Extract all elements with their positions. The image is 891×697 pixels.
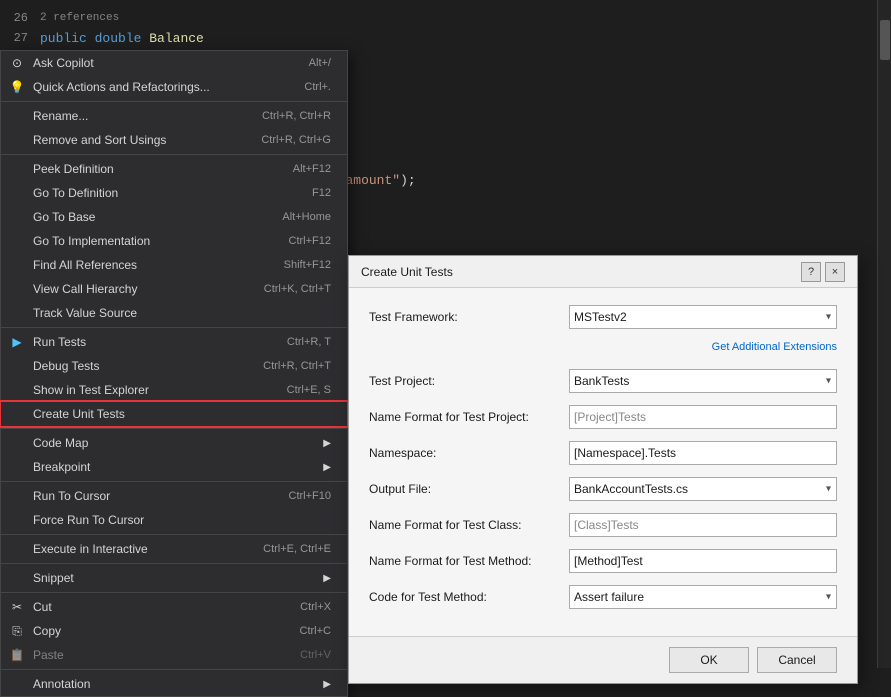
menu-item-create-unit-tests[interactable]: Create Unit Tests ➜ (1, 402, 347, 426)
menu-item-remove-sort-usings[interactable]: Remove and Sort Usings Ctrl+R, Ctrl+G (1, 128, 347, 152)
menu-separator (1, 481, 347, 482)
submenu-arrow: ▶ (323, 462, 331, 473)
test-project-label: Test Project: (369, 374, 569, 388)
form-row-output-file: Output File: BankAccountTests.cs (369, 476, 837, 502)
namespace-control (569, 441, 837, 465)
menu-item-paste[interactable]: 📋 Paste Ctrl+V (1, 643, 347, 667)
name-format-project-label: Name Format for Test Project: (369, 410, 569, 424)
menu-item-go-to-base[interactable]: Go To Base Alt+Home (1, 205, 347, 229)
menu-item-go-to-implementation[interactable]: Go To Implementation Ctrl+F12 (1, 229, 347, 253)
submenu-arrow: ▶ (323, 679, 331, 690)
form-row-name-format-method: Name Format for Test Method: (369, 548, 837, 574)
code-line: 26 2 references (0, 8, 891, 28)
test-framework-select-wrapper: MSTestv2 (569, 305, 837, 329)
code-for-test-select[interactable]: Assert failure (569, 585, 837, 609)
output-file-select-wrapper: BankAccountTests.cs (569, 477, 837, 501)
test-framework-label: Test Framework: (369, 310, 569, 324)
output-file-control: BankAccountTests.cs (569, 477, 837, 501)
form-row-name-format-project: Name Format for Test Project: (369, 404, 837, 430)
test-framework-control: MSTestv2 (569, 305, 837, 329)
dialog-close-button[interactable]: × (825, 262, 845, 282)
menu-item-force-run-to-cursor[interactable]: Force Run To Cursor (1, 508, 347, 532)
menu-item-ask-copilot[interactable]: ⊙ Ask Copilot Alt+/ (1, 51, 347, 75)
menu-item-track-value-source[interactable]: Track Value Source (1, 301, 347, 325)
form-row-namespace: Namespace: (369, 440, 837, 466)
get-additional-extensions-link[interactable]: Get Additional Extensions (712, 341, 837, 353)
test-project-select-wrapper: BankTests (569, 369, 837, 393)
scrollbar-thumb[interactable] (880, 20, 890, 60)
output-file-label: Output File: (369, 482, 569, 496)
name-format-method-control (569, 549, 837, 573)
name-format-project-control (569, 405, 837, 429)
dialog-title-buttons: ? × (801, 262, 845, 282)
menu-item-code-map[interactable]: Code Map ▶ (1, 431, 347, 455)
menu-item-copy[interactable]: ⎘ Copy Ctrl+C (1, 619, 347, 643)
form-row-test-framework: Test Framework: MSTestv2 (369, 304, 837, 330)
menu-item-run-to-cursor[interactable]: Run To Cursor Ctrl+F10 (1, 484, 347, 508)
test-project-control: BankTests (569, 369, 837, 393)
code-for-test-control: Assert failure (569, 585, 837, 609)
create-unit-tests-dialog: Create Unit Tests ? × Test Framework: MS… (348, 255, 858, 684)
code-for-test-label: Code for Test Method: (369, 590, 569, 604)
menu-item-find-all-references[interactable]: Find All References Shift+F12 (1, 253, 347, 277)
menu-separator (1, 327, 347, 328)
menu-separator (1, 428, 347, 429)
dialog-title-bar: Create Unit Tests ? × (349, 256, 857, 288)
code-line: 27 public double Balance (0, 28, 891, 48)
menu-item-breakpoint[interactable]: Breakpoint ▶ (1, 455, 347, 479)
name-format-class-input[interactable] (569, 513, 837, 537)
form-row-name-format-class: Name Format for Test Class: (369, 512, 837, 538)
menu-separator (1, 101, 347, 102)
menu-item-show-in-test-explorer[interactable]: Show in Test Explorer Ctrl+E, S (1, 378, 347, 402)
copilot-icon: ⊙ (9, 55, 25, 71)
menu-separator (1, 534, 347, 535)
menu-separator (1, 669, 347, 670)
dialog-footer: OK Cancel (349, 636, 857, 683)
paste-icon: 📋 (9, 647, 25, 663)
menu-separator (1, 563, 347, 564)
bulb-icon: 💡 (9, 79, 25, 95)
output-file-select[interactable]: BankAccountTests.cs (569, 477, 837, 501)
namespace-input[interactable] (569, 441, 837, 465)
namespace-label: Namespace: (369, 446, 569, 460)
menu-item-quick-actions[interactable]: 💡 Quick Actions and Refactorings... Ctrl… (1, 75, 347, 99)
menu-separator (1, 592, 347, 593)
menu-item-run-tests[interactable]: ▶ Run Tests Ctrl+R, T (1, 330, 347, 354)
menu-item-annotation[interactable]: Annotation ▶ (1, 672, 347, 696)
cancel-button[interactable]: Cancel (757, 647, 837, 673)
dialog-title: Create Unit Tests (361, 265, 453, 279)
name-format-project-input[interactable] (569, 405, 837, 429)
cut-icon: ✂ (9, 599, 25, 615)
name-format-method-input[interactable] (569, 549, 837, 573)
menu-item-snippet[interactable]: Snippet ▶ (1, 566, 347, 590)
menu-separator (1, 154, 347, 155)
submenu-arrow: ▶ (323, 438, 331, 449)
test-project-select[interactable]: BankTests (569, 369, 837, 393)
name-format-method-label: Name Format for Test Method: (369, 554, 569, 568)
scrollbar[interactable] (877, 0, 891, 668)
ok-button[interactable]: OK (669, 647, 749, 673)
name-format-class-label: Name Format for Test Class: (369, 518, 569, 532)
run-icon: ▶ (9, 334, 25, 350)
name-format-class-control (569, 513, 837, 537)
context-menu: ⊙ Ask Copilot Alt+/ 💡 Quick Actions and … (0, 50, 348, 697)
menu-item-debug-tests[interactable]: Debug Tests Ctrl+R, Ctrl+T (1, 354, 347, 378)
menu-item-peek-definition[interactable]: Peek Definition Alt+F12 (1, 157, 347, 181)
menu-item-rename[interactable]: Rename... Ctrl+R, Ctrl+R (1, 104, 347, 128)
menu-item-cut[interactable]: ✂ Cut Ctrl+X (1, 595, 347, 619)
copy-icon: ⎘ (9, 623, 25, 639)
dialog-body: Test Framework: MSTestv2 Get Additional … (349, 288, 857, 636)
form-row-test-project: Test Project: BankTests (369, 368, 837, 394)
menu-item-execute-in-interactive[interactable]: Execute in Interactive Ctrl+E, Ctrl+E (1, 537, 347, 561)
additional-extensions-row: Get Additional Extensions (369, 336, 837, 362)
dialog-help-button[interactable]: ? (801, 262, 821, 282)
code-for-test-select-wrapper: Assert failure (569, 585, 837, 609)
menu-item-view-call-hierarchy[interactable]: View Call Hierarchy Ctrl+K, Ctrl+T (1, 277, 347, 301)
test-framework-select[interactable]: MSTestv2 (569, 305, 837, 329)
menu-item-go-to-definition[interactable]: Go To Definition F12 (1, 181, 347, 205)
form-row-code-for-test: Code for Test Method: Assert failure (369, 584, 837, 610)
submenu-arrow: ▶ (323, 573, 331, 584)
